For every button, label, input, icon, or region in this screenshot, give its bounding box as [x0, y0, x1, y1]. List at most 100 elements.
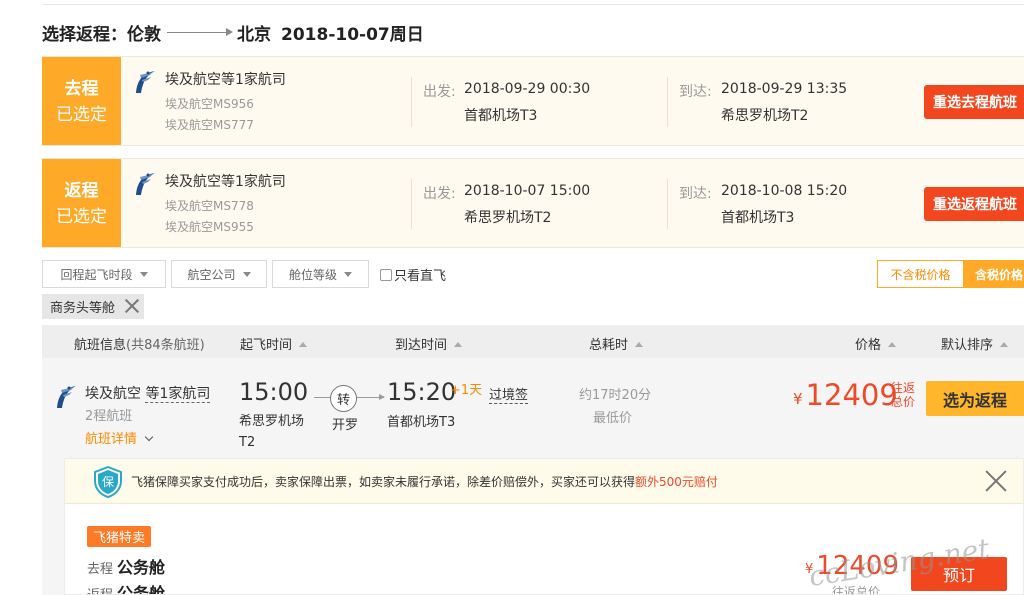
long-arrow-icon [167, 26, 233, 38]
sort-arrow-icon [454, 342, 463, 347]
col-arrive-time[interactable]: 到达时间 [395, 334, 463, 353]
flight-number: 埃及航空MS778 [165, 199, 254, 213]
airline-filter[interactable]: 航空公司 [171, 260, 267, 288]
filter-label: 舱位等级 [288, 267, 337, 282]
return-cabin: 返程公务舱 [87, 584, 166, 595]
outbound-selected-tag: 去程 已选定 [42, 57, 121, 145]
transfer-city: 开罗 [332, 418, 359, 433]
selected-outbound-card: 去程 已选定 埃及航空等1家航司 埃及航空MS956 埃及航空MS777 出发:… [42, 56, 1024, 146]
col-flight-info: 航班信息(共84条航班) [74, 338, 205, 353]
select-as-return-button[interactable]: 选为返程 [926, 381, 1024, 416]
caret-down-icon [344, 271, 352, 277]
caret-down-icon [242, 271, 251, 277]
egyptair-logo-icon [136, 71, 155, 93]
flight-number: 埃及航空MS956 [165, 97, 254, 111]
arrival-label: 到达: [679, 186, 712, 202]
result-airline: 埃及航空 等1家航司 [85, 386, 211, 403]
transit-visa-link[interactable]: 过境签 [489, 384, 529, 404]
reselect-outbound-button[interactable]: 重选去程航班 [924, 85, 1024, 119]
departure-airport: 希思罗机场T2 [464, 210, 552, 226]
tag-line-1: 返程 [64, 181, 99, 201]
divider [411, 179, 412, 229]
col-depart-time[interactable]: 起飞时间 [240, 334, 308, 353]
col-price[interactable]: 价格 [855, 334, 897, 353]
tax-excluded-option[interactable]: 不含税价格 [878, 261, 963, 287]
flight-number: 埃及航空MS777 [165, 118, 254, 132]
result-price: ¥12409 [793, 378, 898, 412]
legs-count: 2程航班 [85, 409, 133, 424]
return-time-filter[interactable]: 回程起飞时段 [42, 260, 166, 288]
active-filter-chip: 商务头等舱 [42, 294, 144, 319]
result-duration: 约17时20分 [579, 388, 652, 403]
arrival-airport: 首都机场T3 [721, 210, 795, 226]
direct-only-label: 只看直飞 [394, 269, 447, 284]
result-arrive-time: 15:20 [387, 378, 457, 406]
arrival-airport: 希思罗机场T2 [721, 108, 809, 124]
option-total-label: 往返总价 [832, 585, 881, 595]
shield-guarantee-icon: 保 [94, 466, 122, 498]
departure-label: 出发: [423, 186, 456, 202]
more-airlines-link[interactable]: 等1家航司 [145, 386, 211, 403]
arrival-label: 到达: [679, 84, 712, 100]
special-sale-badge: 飞猪特卖 [87, 526, 152, 547]
route-prefix: 选择返程： [42, 24, 127, 45]
close-icon[interactable] [123, 297, 141, 315]
sort-arrow-icon [888, 342, 897, 347]
divider [667, 77, 668, 127]
to-city: 北京 [237, 24, 271, 45]
lowest-price-tag: 最低价 [593, 411, 633, 426]
next-day-badge: +1天 [450, 383, 483, 398]
round-trip-total-label: 往返总价 [891, 381, 916, 409]
col-default-sort[interactable]: 默认排序 [941, 334, 1009, 353]
caret-down-icon [139, 271, 148, 277]
result-depart-time: 15:00 [239, 378, 309, 406]
result-arrive-airport: 首都机场T3 [387, 415, 456, 430]
guarantee-text: 飞猪保障买家支付成功后，卖家保障出票，如卖家未履行承诺，除差价赔偿外，买家还可以… [131, 475, 718, 489]
divider [411, 77, 412, 127]
route-title: 选择返程： 伦敦 北京 2018-10-07周日 [42, 20, 424, 45]
from-city: 伦敦 [127, 24, 161, 45]
tax-included-option[interactable]: 含税价格 [962, 261, 1023, 287]
egyptair-logo-icon [57, 386, 76, 408]
departure-time: 2018-09-29 00:30 [464, 81, 591, 97]
col-duration[interactable]: 总耗时 [589, 334, 644, 353]
return-selected-tag: 返程 已选定 [42, 159, 121, 247]
departure-label: 出发: [423, 84, 456, 100]
guarantee-notice-bar: 保 飞猪保障买家支付成功后，卖家保障出票，如卖家未履行承诺，除差价赔偿外，买家还… [65, 459, 1023, 504]
result-depart-airport: 希思罗机场T2 [239, 414, 305, 450]
egyptair-logo-icon [136, 173, 155, 195]
arrival-time: 2018-10-08 15:20 [721, 183, 848, 199]
tag-line-1: 去程 [64, 79, 99, 99]
flight-number: 埃及航空MS955 [165, 220, 254, 234]
departure-time: 2018-10-07 15:00 [464, 183, 591, 199]
reselect-return-button[interactable]: 重选返程航班 [924, 187, 1024, 221]
sort-arrow-icon [635, 342, 644, 347]
tax-price-toggle: 不含税价格 含税价格 [877, 260, 1024, 288]
sort-arrow-icon [299, 342, 308, 347]
book-button[interactable]: 预订 [911, 557, 1007, 591]
filter-label: 回程起飞时段 [60, 267, 133, 282]
chevron-down-icon [144, 432, 154, 442]
selected-return-card: 返程 已选定 埃及航空等1家航司 埃及航空MS778 埃及航空MS955 出发:… [42, 158, 1024, 248]
booking-option-panel: 保 飞猪保障买家支付成功后，卖家保障出票，如卖家未履行承诺，除差价赔偿外，买家还… [64, 458, 1024, 595]
results-table-header: 航班信息(共84条航班) 起飞时间 到达时间 总耗时 价格 默认排序 [42, 325, 1024, 358]
arrival-time: 2018-09-29 13:35 [721, 81, 848, 97]
svg-text:保: 保 [102, 475, 114, 489]
airline-name: 埃及航空等1家航司 [165, 174, 286, 190]
direct-only-checkbox[interactable]: 只看直飞 [380, 265, 446, 284]
transfer-badge: 转 [330, 385, 357, 412]
return-date: 2018-10-07周日 [281, 24, 424, 45]
divider [667, 179, 668, 229]
sort-arrow-icon [1000, 342, 1009, 347]
compensation-highlight: 额外500元赔付 [635, 475, 718, 489]
cabin-class-filter[interactable]: 舱位等级 [272, 260, 369, 288]
departure-airport: 首都机场T3 [464, 108, 538, 124]
airline-name: 埃及航空等1家航司 [165, 72, 286, 88]
outbound-cabin: 去程 公务舱 [87, 558, 166, 577]
flight-details-link[interactable]: 航班详情 [85, 428, 154, 447]
close-icon[interactable] [985, 470, 1007, 492]
top-divider [42, 4, 1024, 5]
checkbox-box[interactable] [380, 268, 392, 281]
filter-label: 航空公司 [187, 267, 236, 282]
chip-label: 商务头等舱 [50, 301, 116, 316]
